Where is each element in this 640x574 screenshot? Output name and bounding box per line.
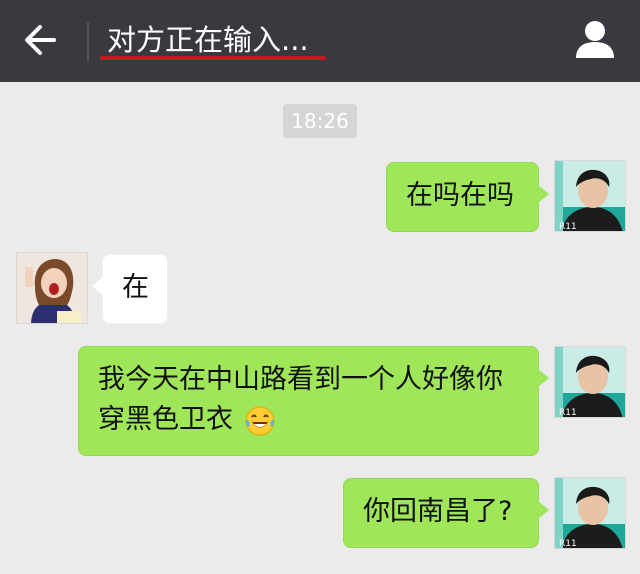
message-bubble-incoming[interactable]: 在 — [92, 254, 168, 324]
avatar-them[interactable] — [16, 252, 88, 324]
person-icon — [576, 21, 614, 58]
bubble-tail — [92, 277, 103, 295]
title-bar: 对方正在输入... — [0, 0, 640, 82]
message-bubble-outgoing[interactable]: 在吗在吗 — [386, 162, 549, 232]
message-bubble-outgoing[interactable]: 我今天在中山路看到一个人好像你 穿黑色卫衣 — [78, 346, 549, 456]
avatar-me[interactable]: R11 — [554, 477, 626, 549]
header-divider — [87, 22, 89, 60]
avatar-me[interactable]: R11 — [554, 346, 626, 418]
message-text: 穿黑色卫衣 — [98, 404, 233, 435]
avatar-me-photo: R11 — [555, 161, 625, 232]
avatar-badge: R11 — [559, 539, 577, 549]
message-timestamp: 18:26 — [283, 104, 357, 138]
message-bubble-outgoing[interactable]: 你回南昌了? — [343, 478, 549, 548]
message-text-line: 穿黑色卫衣 — [98, 400, 538, 440]
message-text: 在 — [122, 272, 149, 303]
message-text: 你回南昌了? — [363, 496, 513, 527]
laughing-tears-emoji-icon — [245, 406, 275, 435]
avatar-me-photo: R11 — [555, 478, 625, 549]
title-underline-annotation — [100, 56, 326, 60]
avatar-badge: R11 — [559, 222, 577, 232]
avatar-them-photo — [17, 253, 87, 323]
page-title: 对方正在输入... — [107, 23, 309, 57]
bubble-tail — [538, 369, 549, 387]
back-button[interactable] — [14, 17, 70, 63]
avatar-me[interactable]: R11 — [554, 160, 626, 232]
arrow-left-icon — [25, 25, 56, 55]
message-text-line: 我今天在中山路看到一个人好像你 — [98, 364, 503, 395]
chat-info-button[interactable] — [572, 16, 618, 62]
avatar-badge: R11 — [559, 408, 577, 418]
bubble-tail — [538, 185, 549, 203]
message-text: 在吗在吗 — [406, 180, 514, 211]
bubble-tail — [538, 501, 549, 519]
avatar-me-photo: R11 — [555, 347, 625, 418]
